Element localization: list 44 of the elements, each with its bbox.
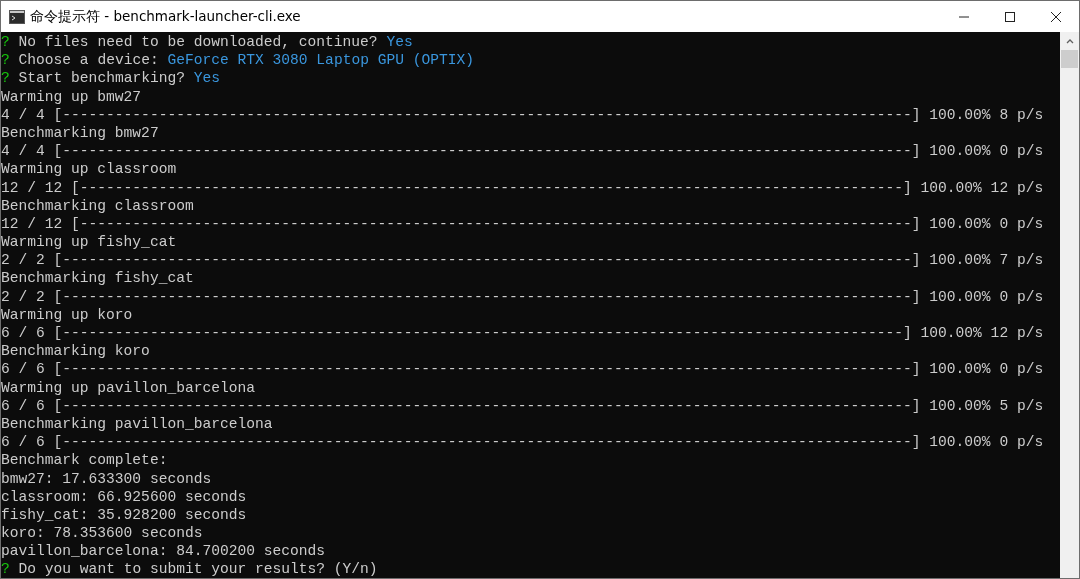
prompt-mark: ? xyxy=(1,33,10,52)
prompt-question: Start benchmarking? xyxy=(18,69,185,88)
terminal-icon xyxy=(9,9,25,24)
console-line: fishy_cat: 35.928200 seconds xyxy=(1,505,247,525)
console-line: 12 / 12 [----------------------------------------------------------------------------------------------] 100.00% 12 p/s xyxy=(1,178,1044,197)
console-line: 4 / 4 [-------------------------------------------------------------------------------------------------] 100.00% 0 p/s xyxy=(1,142,1044,161)
console-line: 6 / 6 [-------------------------------------------------------------------------------------------------] 100.00% 0 p/s xyxy=(1,360,1044,379)
scroll-up-icon[interactable] xyxy=(1065,39,1074,44)
console-line: Benchmark complete: xyxy=(1,451,168,470)
scrollbar-thumb[interactable] xyxy=(1061,50,1078,68)
console-line: 6 / 6 [-------------------------------------------------------------------------------------------------] 100.00% 5 p/s xyxy=(1,396,1044,415)
prompt-question: Choose a device: xyxy=(18,51,159,70)
console-line: Warming up bmw27 xyxy=(1,87,142,106)
console-line: Benchmarking koro xyxy=(1,342,150,361)
console-line: 4 / 4 [-------------------------------------------------------------------------------------------------] 100.00% 8 p/s xyxy=(1,105,1044,124)
scrollbar[interactable] xyxy=(1060,32,1079,578)
prompt-answer: Yes xyxy=(193,69,221,88)
console-line: bmw27: 17.633300 seconds xyxy=(1,469,212,488)
console-line: 12 / 12 [-----------------------------------------------------------------------------------------------] 100.00% 0 p/s xyxy=(1,214,1044,234)
prompt-mark: ? xyxy=(1,560,10,578)
window-title: 命令提示符 - benchmark-launcher-cli.exe xyxy=(30,7,301,26)
console-line: koro: 78.353600 seconds xyxy=(1,524,203,543)
console-line: 6 / 6 [------------------------------------------------------------------------------------------------] 100.00% 12 p/s xyxy=(1,324,1044,343)
console-line: Warming up koro xyxy=(1,305,133,324)
console-line: 2 / 2 [-------------------------------------------------------------------------------------------------] 100.00% 0 p/s xyxy=(1,287,1044,306)
console-line: Benchmarking pavillon_barcelona xyxy=(1,414,273,434)
console-line: Warming up classroom xyxy=(1,160,177,179)
prompt-answer: Yes xyxy=(386,33,413,52)
console-line: pavillon_barcelona: 84.700200 seconds xyxy=(1,542,326,561)
console-line: 6 / 6 [-------------------------------------------------------------------------------------------------] 100.00% 0 p/s xyxy=(1,433,1044,452)
maximize-icon xyxy=(1004,10,1016,23)
console-line: Benchmarking classroom xyxy=(1,196,194,215)
console-line: Benchmarking bmw27 xyxy=(1,123,159,143)
console-line: classroom: 66.925600 seconds xyxy=(1,487,247,506)
close-icon xyxy=(1050,10,1062,23)
console-line: Warming up pavillon_barcelona xyxy=(1,378,255,397)
console-line: Warming up fishy_cat xyxy=(1,233,177,252)
prompt-mark: ? xyxy=(1,51,10,70)
prompt-question: No files need to be downloaded, continue? xyxy=(18,33,378,52)
prompt-answer: GeForce RTX 3080 Laptop GPU (OPTIX) xyxy=(167,51,474,70)
prompt-mark: ? xyxy=(1,69,10,88)
prompt-question: Do you want to submit your results? (Y/n) xyxy=(18,560,378,578)
console-line: Benchmarking fishy_cat xyxy=(1,269,194,288)
console-line: 2 / 2 [-------------------------------------------------------------------------------------------------] 100.00% 7 p/s xyxy=(1,251,1044,270)
